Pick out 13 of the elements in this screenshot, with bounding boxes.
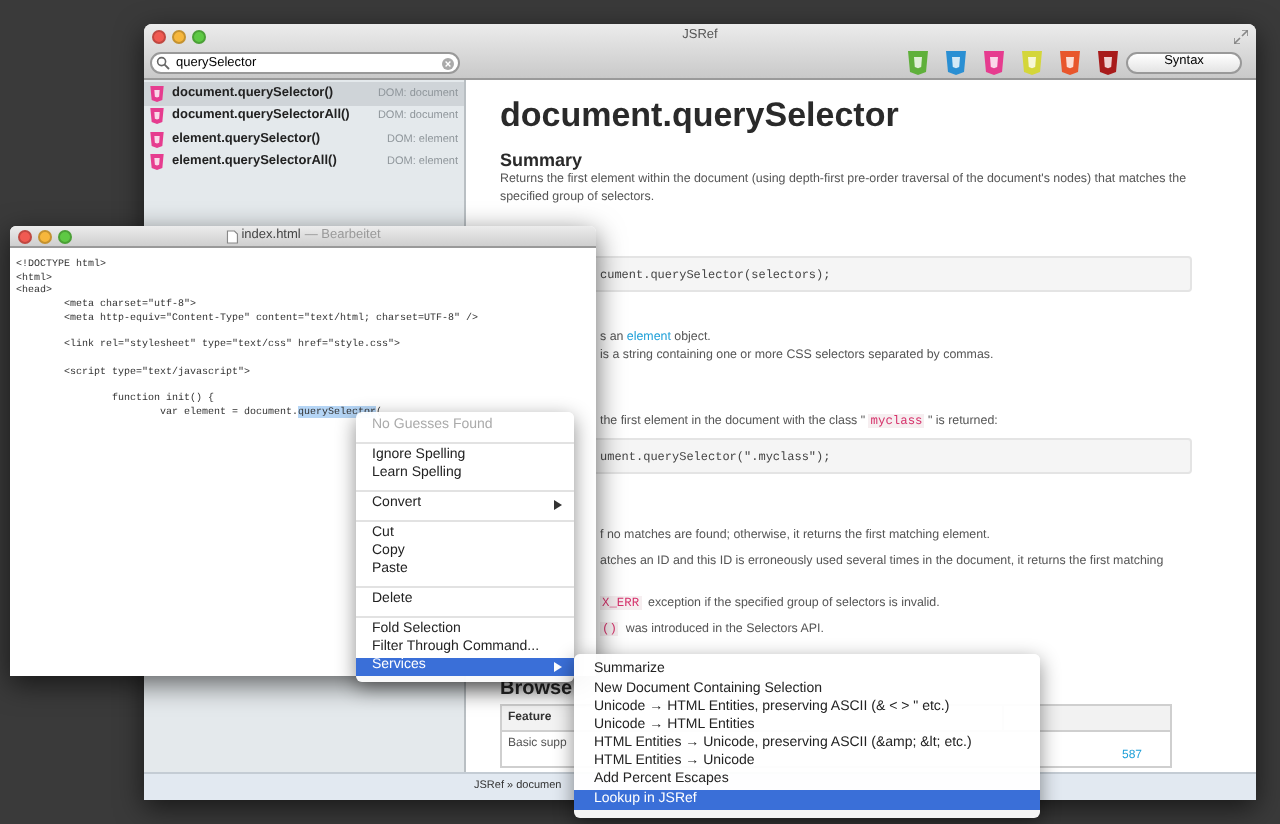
search-icon — [156, 56, 170, 70]
section-heading: Summary — [500, 152, 585, 170]
html-icon — [150, 85, 164, 102]
submenu-arrow-icon — [554, 500, 562, 510]
html-icon — [150, 154, 164, 171]
section-heading: Browse — [500, 680, 573, 700]
html-icon — [150, 131, 164, 148]
fullscreen-icon[interactable] — [1234, 29, 1248, 43]
clear-icon[interactable] — [442, 57, 454, 69]
article-title: document.querySelector — [500, 98, 901, 132]
html-icon — [150, 108, 164, 125]
document-icon — [225, 229, 238, 243]
submenu-arrow-icon — [554, 662, 562, 672]
